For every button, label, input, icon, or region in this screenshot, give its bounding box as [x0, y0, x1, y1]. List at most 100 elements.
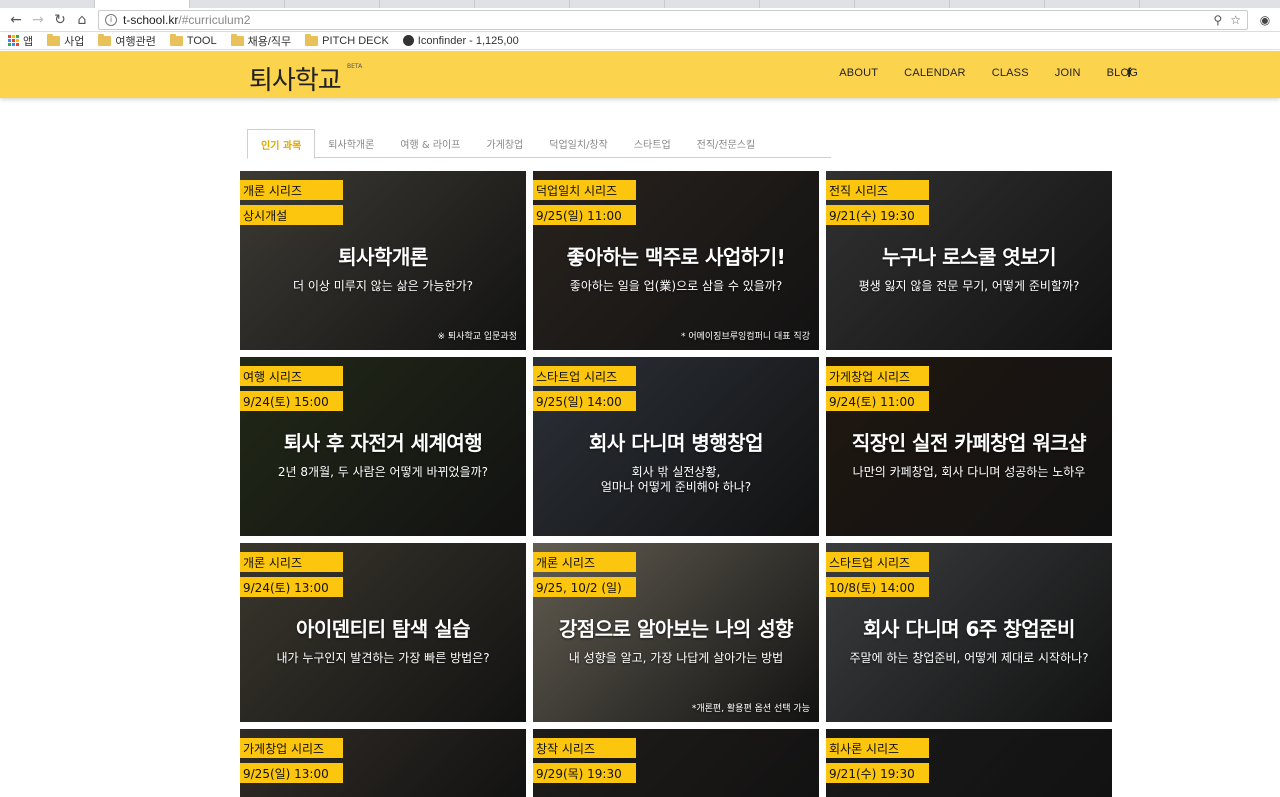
bookmark-label: 채용/직무	[247, 35, 292, 48]
series-badge: 개론 시리즈	[533, 552, 636, 572]
tab-creative[interactable]: 덕업일치/창작	[536, 129, 621, 158]
bookmarks-bar: 앱 사업 여행관련 TOOL 채용/직무 PITCH DECK Iconfinder - 1…	[0, 32, 1280, 50]
browser-tab[interactable]	[760, 0, 855, 8]
tab-career[interactable]: 전직/전문스킬	[684, 129, 769, 158]
bookmark-item[interactable]: TOOL	[169, 33, 217, 47]
folder-icon	[305, 33, 319, 46]
reload-icon[interactable]: ↻	[50, 10, 70, 30]
nav-blog[interactable]: BLOG	[1107, 67, 1138, 79]
browser-tab[interactable]	[855, 0, 950, 8]
series-badge: 스타트업 시리즈	[826, 552, 929, 572]
course-subtitle: 주말에 하는 창업준비, 어떻게 제대로 시작하나?	[849, 651, 1089, 665]
bookmark-item[interactable]: Iconfinder - 1,125,00	[402, 34, 519, 47]
course-card[interactable]: 가게창업 시리즈 9/25(일) 13:00	[240, 729, 526, 797]
date-badge: 9/25(일) 11:00	[533, 205, 636, 225]
date-badge: 상시개설	[240, 205, 343, 225]
course-card[interactable]: 전직 시리즈 9/21(수) 19:30 누구나 로스쿨 엿보기 평생 잃지 않을 전…	[826, 171, 1112, 350]
bookmark-label: 여행관련	[115, 35, 156, 48]
series-badge: 개론 시리즈	[240, 552, 343, 572]
course-card[interactable]: 여행 시리즈 9/24(토) 15:00 퇴사 후 자전거 세계여행 2년 8개월, …	[240, 357, 526, 536]
date-badge: 9/24(토) 11:00	[826, 391, 929, 411]
course-note: *개론편, 활용편 옵션 선택 가능	[691, 704, 810, 714]
bookmark-item[interactable]: 사업	[47, 33, 84, 49]
browser-tab[interactable]	[190, 0, 285, 8]
course-title: 누구나 로스쿨 엿보기	[881, 245, 1057, 269]
browser-tab[interactable]	[570, 0, 665, 8]
course-card[interactable]: 개론 시리즈 상시개설 퇴사학개론 더 이상 미루지 않는 삶은 가능한가? ※ 퇴사학…	[240, 171, 526, 350]
bookmark-item[interactable]: 여행관련	[98, 33, 156, 49]
course-title: 직장인 실전 카페창업 워크샵	[851, 431, 1087, 455]
date-badge: 10/8(토) 14:00	[826, 577, 929, 597]
date-badge: 9/25, 10/2 (일)	[533, 577, 636, 597]
browser-tab[interactable]	[1045, 0, 1140, 8]
series-badge: 덕업일치 시리즈	[533, 180, 636, 200]
course-card[interactable]: 가게창업 시리즈 9/24(토) 11:00 직장인 실전 카페창업 워크샵 나만의 …	[826, 357, 1112, 536]
browser-tabstrip	[0, 0, 1280, 8]
address-bar-row: ← → ↻ ⌂ i t-school.kr/#curriculum2 ⚲ ☆ ◉	[0, 8, 1280, 32]
course-note: ※ 퇴사학교 입문과정	[437, 332, 517, 342]
bookmark-label: TOOL	[186, 34, 217, 47]
course-card[interactable]: 덕업일치 시리즈 9/25(일) 11:00 좋아하는 맥주로 사업하기! 좋아하는 …	[533, 171, 819, 350]
bookmark-item[interactable]: PITCH DECK	[305, 33, 389, 47]
curriculum-tabs: 인기 과목 퇴사학개론 여행 & 라이프 가게창업 덕업일치/창작 스타트업 전…	[247, 129, 831, 159]
facebook-icon[interactable]: f	[1127, 65, 1131, 80]
bookmark-item[interactable]: 채용/직무	[230, 33, 292, 49]
browser-tab[interactable]	[0, 0, 95, 8]
browser-tab[interactable]	[285, 0, 380, 8]
course-card[interactable]: 창작 시리즈 9/29(목) 19:30	[533, 729, 819, 797]
tab-intro[interactable]: 퇴사학개론	[315, 129, 387, 158]
url-host: t-school.kr	[123, 12, 179, 27]
bookmark-label: Iconfinder - 1,125,00	[417, 34, 519, 47]
course-card[interactable]: 회사론 시리즈 9/21(수) 19:30	[826, 729, 1112, 797]
bookmark-star-icon[interactable]: ☆	[1230, 13, 1241, 27]
course-title: 퇴사 후 자전거 세계여행	[283, 431, 483, 455]
series-badge: 회사론 시리즈	[826, 738, 929, 758]
back-icon[interactable]: ←	[6, 10, 26, 30]
course-title: 퇴사학개론	[338, 245, 428, 269]
course-subtitle: 내 성향을 알고, 가장 나답게 살아가는 방법	[568, 651, 784, 665]
bookmark-item[interactable]: 앱	[8, 33, 33, 49]
course-title: 회사 다니며 병행창업	[588, 431, 764, 455]
course-subtitle: 평생 잃지 않을 전문 무기, 어떻게 준비할까?	[858, 279, 1080, 293]
browser-tab[interactable]	[475, 0, 570, 8]
info-icon[interactable]: i	[105, 13, 117, 26]
tab-travel-life[interactable]: 여행 & 라이프	[387, 129, 473, 158]
tab-shop-startup[interactable]: 가게창업	[473, 129, 536, 158]
bookmark-label: 앱	[23, 35, 34, 48]
browser-tab-active[interactable]	[95, 0, 190, 8]
tab-startup[interactable]: 스타트업	[621, 129, 684, 158]
browser-tab[interactable]	[665, 0, 760, 8]
course-card[interactable]: 스타트업 시리즈 9/25(일) 14:00 회사 다니며 병행창업 회사 밖 실전상…	[533, 357, 819, 536]
folder-icon	[47, 33, 61, 46]
nav-about[interactable]: ABOUT	[839, 67, 878, 79]
zoom-icon[interactable]: ⚲	[1213, 13, 1222, 27]
nav-calendar[interactable]: CALENDAR	[904, 67, 966, 79]
course-note: * 어메이징브루잉컴퍼니 대표 직강	[680, 332, 810, 342]
site-favicon-icon	[402, 35, 414, 46]
tab-popular[interactable]: 인기 과목	[247, 129, 316, 159]
course-card[interactable]: 개론 시리즈 9/24(토) 13:00 아이덴티티 탐색 실습 내가 누구인지 발견…	[240, 543, 526, 722]
nav-join[interactable]: JOIN	[1055, 67, 1081, 79]
date-badge: 9/29(목) 19:30	[533, 763, 636, 783]
course-subtitle: 더 이상 미루지 않는 삶은 가능한가?	[292, 279, 473, 293]
folder-icon	[169, 33, 183, 46]
course-subtitle: 회사 밖 실전상황, 얼마나 어떻게 준비해야 하나?	[600, 465, 752, 494]
course-title: 좋아하는 맥주로 사업하기!	[566, 245, 786, 269]
folder-icon	[230, 33, 244, 46]
extension-icon[interactable]: ◉	[1256, 11, 1274, 29]
course-card[interactable]: 스타트업 시리즈 10/8(토) 14:00 회사 다니며 6주 창업준비주말에 하…	[826, 543, 1112, 722]
url-path: /#curriculum2	[178, 12, 251, 27]
course-card[interactable]: 개론 시리즈 9/25, 10/2 (일) 강점으로 알아보는 나의 성향 내 성향을…	[533, 543, 819, 722]
course-title: 회사 다니며 6주 창업준비	[863, 617, 1075, 641]
url-input[interactable]: i t-school.kr/#curriculum2 ⚲ ☆	[98, 9, 1248, 30]
apps-icon	[8, 35, 19, 46]
series-badge: 여행 시리즈	[240, 366, 343, 386]
main-nav: ABOUT CALENDAR CLASS JOIN BLOG	[839, 67, 1138, 79]
site-logo[interactable]: 퇴사학교 BETA	[249, 60, 362, 97]
browser-tab[interactable]	[950, 0, 1045, 8]
nav-class[interactable]: CLASS	[992, 67, 1029, 79]
series-badge: 창작 시리즈	[533, 738, 636, 758]
home-icon[interactable]: ⌂	[72, 10, 92, 30]
browser-tab[interactable]	[380, 0, 475, 8]
forward-icon[interactable]: →	[28, 10, 48, 30]
